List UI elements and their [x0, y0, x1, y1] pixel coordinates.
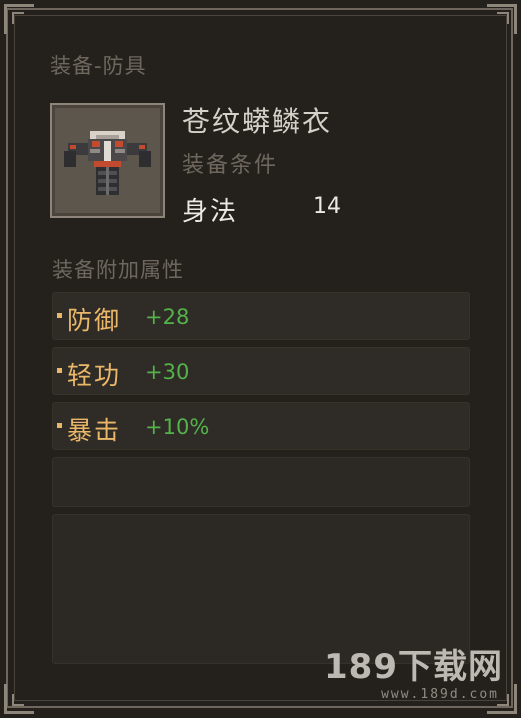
frame-corner-bottom-left — [4, 684, 34, 714]
bullet-icon — [57, 313, 62, 318]
empty-attribute-slot — [52, 457, 470, 507]
frame-corner-top-left — [4, 4, 34, 34]
requirement-stat-label: 身法 — [182, 197, 239, 227]
item-icon-slot — [50, 103, 165, 218]
item-name: 苍纹蟒鳞衣 — [182, 105, 333, 138]
attribute-value: +10% — [145, 415, 210, 439]
attribute-row: 防御 +28 — [52, 292, 470, 340]
attribute-value: +28 — [145, 305, 190, 329]
attribute-name: 暴击 — [67, 416, 122, 445]
attribute-row: 暴击 +10% — [52, 402, 470, 450]
attribute-value: +30 — [145, 360, 190, 384]
requirement-title: 装备条件 — [182, 153, 279, 178]
frame-corner-top-right — [487, 4, 517, 34]
watermark-url: www.189d.com — [381, 687, 499, 702]
bullet-icon — [57, 368, 62, 373]
bullet-icon — [57, 423, 62, 428]
attribute-name: 防御 — [67, 306, 122, 335]
attributes-title: 装备附加属性 — [52, 258, 184, 282]
armor-icon — [64, 131, 151, 195]
requirement-stat-value: 14 — [313, 194, 341, 219]
item-category: 装备-防具 — [50, 54, 147, 78]
watermark-brand: 189下载网 — [324, 647, 503, 687]
attribute-name: 轻功 — [67, 361, 122, 390]
attribute-row: 轻功 +30 — [52, 347, 470, 395]
